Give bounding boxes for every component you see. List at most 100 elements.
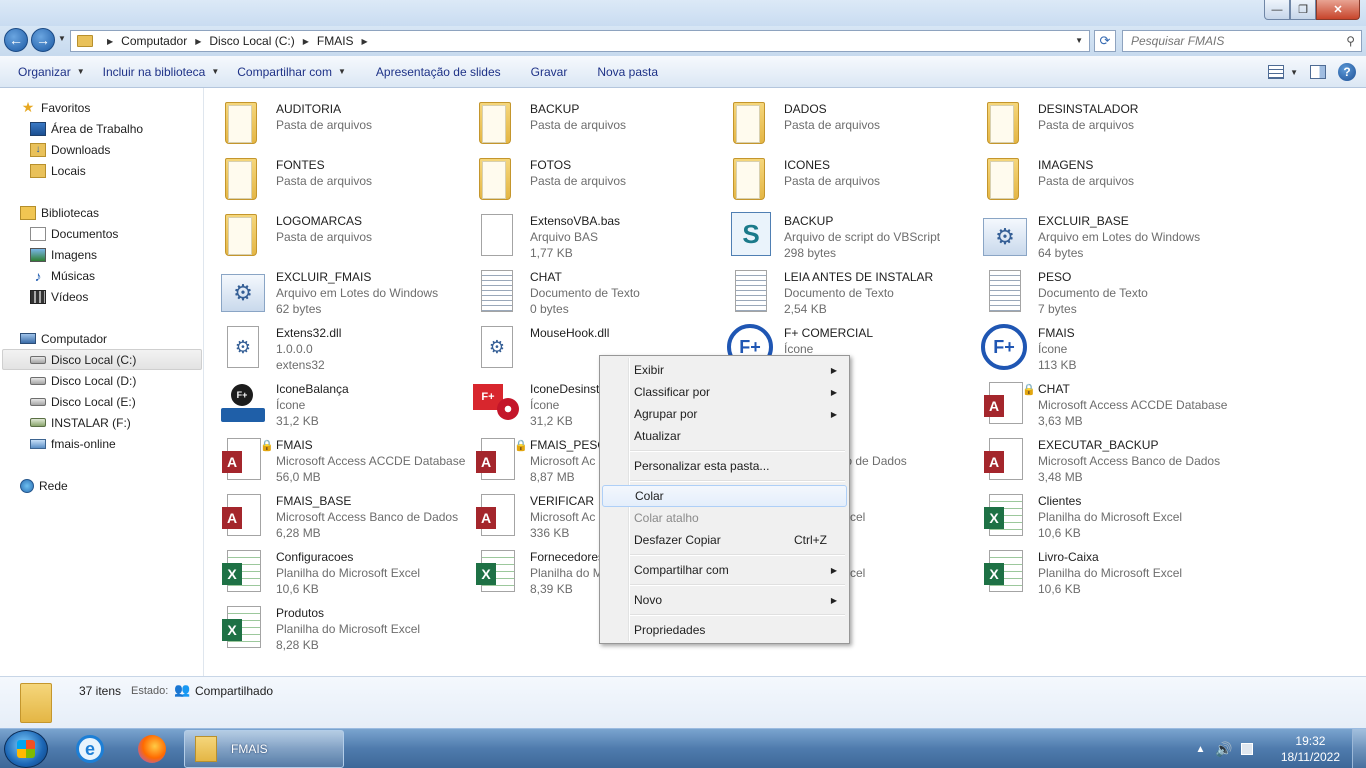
submenu-arrow-icon: ▶ bbox=[830, 595, 837, 605]
breadcrumb-fmais[interactable]: FMAIS bbox=[317, 34, 354, 48]
file-item[interactable]: F+ FMAIS Ícone 113 KB bbox=[967, 318, 1221, 372]
minimize-button[interactable]: — bbox=[1264, 0, 1290, 20]
file-item[interactable]: PESO Documento de Texto 7 bytes bbox=[967, 262, 1221, 316]
search-icon[interactable]: ⚲ bbox=[1346, 34, 1355, 48]
nav-videos[interactable]: Vídeos bbox=[30, 286, 88, 307]
start-button[interactable] bbox=[4, 730, 48, 768]
show-desktop-button[interactable] bbox=[1352, 729, 1366, 768]
breadcrumb-computer[interactable]: Computador bbox=[121, 34, 187, 48]
help-icon[interactable]: ? bbox=[1338, 63, 1356, 81]
nav-images[interactable]: Imagens bbox=[30, 244, 97, 265]
menu-item-properties[interactable]: Propriedades bbox=[602, 619, 847, 641]
nav-libraries[interactable]: Bibliotecas bbox=[20, 202, 99, 223]
new-folder-button[interactable]: Nova pasta bbox=[588, 56, 667, 88]
address-dropdown-icon[interactable]: ▼ bbox=[1075, 36, 1083, 45]
menu-item-sort-by[interactable]: Classificar por ▶ bbox=[602, 381, 847, 403]
nav-desktop[interactable]: Área de Trabalho bbox=[30, 118, 143, 139]
file-item[interactable]: AUDITORIA Pasta de arquivos bbox=[205, 94, 459, 146]
nav-drive-f[interactable]: INSTALAR (F:) bbox=[30, 412, 131, 433]
close-button[interactable]: ✕ bbox=[1316, 0, 1360, 20]
file-item[interactable]: F+ IconeBalança Ícone 31,2 KB bbox=[205, 374, 459, 428]
file-item[interactable]: ⚙ EXCLUIR_FMAIS Arquivo em Lotes do Window… bbox=[205, 262, 459, 316]
show-hidden-icons-icon[interactable]: ▲ bbox=[1195, 744, 1205, 755]
file-item[interactable]: ⚙ EXCLUIR_BASE Arquivo em Lotes do Windows… bbox=[967, 206, 1221, 260]
burn-button[interactable]: Gravar bbox=[522, 56, 577, 88]
nav-drive-d[interactable]: Disco Local (D:) bbox=[30, 370, 136, 391]
menu-item-paste[interactable]: Colar bbox=[602, 485, 847, 507]
file-item[interactable]: FOTOS Pasta de arquivos bbox=[459, 150, 713, 202]
file-item[interactable]: Livro-Caixa Planilha do Microsoft Excel 10… bbox=[967, 542, 1221, 596]
file-item[interactable]: LOGOMARCAS Pasta de arquivos bbox=[205, 206, 459, 258]
menu-item-group-by[interactable]: Agrupar por ▶ bbox=[602, 403, 847, 425]
nav-favorites[interactable]: ★ Favoritos bbox=[20, 97, 91, 118]
nav-drive-e[interactable]: Disco Local (E:) bbox=[30, 391, 136, 412]
file-item[interactable]: CHAT Documento de Texto 0 bytes bbox=[459, 262, 713, 316]
change-view-icon[interactable] bbox=[1268, 65, 1285, 79]
file-item[interactable]: DADOS Pasta de arquivos bbox=[713, 94, 967, 146]
internet-explorer-icon[interactable]: e bbox=[62, 733, 118, 765]
file-item[interactable]: BACKUP Pasta de arquivos bbox=[459, 94, 713, 146]
taskbar-window-fmais[interactable]: FMAIS bbox=[184, 730, 344, 768]
chevron-right-icon[interactable]: ▶ bbox=[303, 37, 309, 46]
file-name: IMAGENS bbox=[1038, 158, 1094, 172]
navigation-pane: ★ Favoritos Área de Trabalho Downloads Lo… bbox=[0, 88, 204, 676]
organize-button[interactable]: Organizar ▼ bbox=[9, 56, 94, 88]
include-library-button[interactable]: Incluir na biblioteca ▼ bbox=[94, 56, 229, 88]
file-item[interactable]: ExtensoVBA.bas Arquivo BAS 1,77 KB bbox=[459, 206, 713, 260]
nav-documents[interactable]: Documentos bbox=[30, 223, 118, 244]
refresh-icon[interactable]: ⟳ bbox=[1094, 30, 1116, 52]
file-item[interactable]: FMAIS_BASE Microsoft Access Banco de Dado… bbox=[205, 486, 459, 540]
nav-locations[interactable]: Locais bbox=[30, 160, 86, 181]
file-item[interactable]: IMAGENS Pasta de arquivos bbox=[967, 150, 1221, 202]
back-button[interactable]: ← bbox=[4, 28, 28, 52]
clock[interactable]: 19:32 18/11/2022 bbox=[1281, 733, 1340, 765]
file-item[interactable]: ⚙ Extens32.dll 1.0.0.0 extens32 bbox=[205, 318, 459, 372]
volume-icon[interactable]: 🔊 bbox=[1215, 741, 1232, 758]
nav-computer[interactable]: Computador bbox=[20, 328, 107, 349]
nav-music[interactable]: ♪ Músicas bbox=[30, 265, 96, 286]
menu-item-paste-shortcut[interactable]: Colar atalho bbox=[602, 507, 847, 529]
nav-drive-c[interactable]: Disco Local (C:) bbox=[2, 349, 202, 370]
menu-item-share-with[interactable]: Compartilhar com ▶ bbox=[602, 559, 847, 581]
chevron-right-icon[interactable]: ▶ bbox=[195, 37, 201, 46]
forward-button[interactable]: → bbox=[31, 28, 55, 52]
maximize-button[interactable]: ❐ bbox=[1290, 0, 1316, 20]
menu-item-customize[interactable]: Personalizar esta pasta... bbox=[602, 455, 847, 477]
preview-pane-icon[interactable] bbox=[1310, 65, 1326, 79]
nav-network[interactable]: Rede bbox=[20, 475, 68, 496]
menu-item-undo-copy[interactable]: Desfazer Copiar Ctrl+Z bbox=[602, 529, 847, 551]
file-item[interactable]: DESINSTALADOR Pasta de arquivos bbox=[967, 94, 1221, 146]
nav-fmais-online-label: fmais-online bbox=[51, 436, 116, 451]
menu-item-new[interactable]: Novo ▶ bbox=[602, 589, 847, 611]
file-item[interactable]: EXECUTAR_BACKUP Microsoft Access Banco de… bbox=[967, 430, 1221, 484]
menu-item-view[interactable]: Exibir ▶ bbox=[602, 359, 847, 381]
file-item[interactable]: Clientes Planilha do Microsoft Excel 10,6 … bbox=[967, 486, 1221, 540]
menu-item-refresh[interactable]: Atualizar bbox=[602, 425, 847, 447]
file-item[interactable]: 🔒CHAT Microsoft Access ACCDE Database 3,63… bbox=[967, 374, 1227, 428]
chevron-right-icon[interactable]: ▶ bbox=[362, 37, 368, 46]
firefox-icon[interactable] bbox=[124, 733, 180, 765]
slideshow-button[interactable]: Apresentação de slides bbox=[367, 56, 510, 88]
address-bar[interactable]: ▶ Computador ▶ Disco Local (C:) ▶ FMAIS … bbox=[70, 30, 1090, 52]
action-center-icon[interactable] bbox=[1240, 743, 1253, 755]
pictures-icon bbox=[30, 247, 46, 262]
chevron-right-icon[interactable]: ▶ bbox=[107, 37, 113, 46]
search-box[interactable]: ⚲ bbox=[1122, 30, 1362, 52]
nav-downloads[interactable]: Downloads bbox=[30, 139, 110, 160]
nav-fmais-online[interactable]: fmais-online bbox=[30, 433, 116, 454]
address-row: ← → ▼ ▶ Computador ▶ Disco Local (C:) ▶ … bbox=[0, 26, 1366, 56]
file-item[interactable]: Configuracoes Planilha do Microsoft Excel… bbox=[205, 542, 459, 596]
file-name: DESINSTALADOR bbox=[1038, 102, 1139, 116]
network-icon bbox=[20, 478, 34, 493]
recent-pages-dropdown[interactable]: ▼ bbox=[58, 34, 66, 43]
file-item[interactable]: S BACKUP Arquivo de script do VBScript 298 … bbox=[713, 206, 967, 260]
file-item[interactable]: Produtos Planilha do Microsoft Excel 8,28 … bbox=[205, 598, 459, 652]
share-with-button[interactable]: Compartilhar com ▼ bbox=[228, 56, 355, 88]
file-item[interactable]: FONTES Pasta de arquivos bbox=[205, 150, 459, 202]
file-item[interactable]: ICONES Pasta de arquivos bbox=[713, 150, 967, 202]
file-item[interactable]: 🔒FMAIS Microsoft Access ACCDE Database 56,… bbox=[205, 430, 465, 484]
breadcrumb-drive-c[interactable]: Disco Local (C:) bbox=[209, 34, 294, 48]
file-item[interactable]: LEIA ANTES DE INSTALAR Documento de Texto… bbox=[713, 262, 967, 316]
view-options-dropdown-icon[interactable]: ▼ bbox=[1290, 68, 1298, 77]
search-input[interactable] bbox=[1131, 34, 1331, 48]
